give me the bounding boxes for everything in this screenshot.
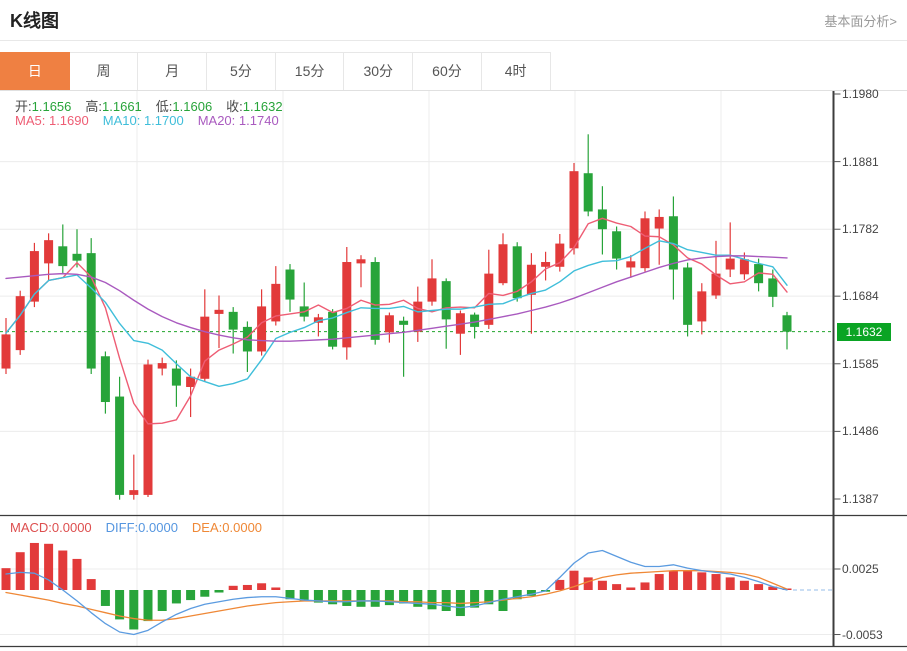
axis-tick-label: 1.1486 [842,423,904,439]
tab-30min[interactable]: 30分 [343,52,413,90]
ma-readout: MA5: 1.1690 MA10: 1.1700 MA20: 1.1740 [15,113,293,128]
dea-value: 0.0000 [222,520,262,535]
ma20-label: MA20: [198,113,236,128]
tab-5min[interactable]: 5分 [206,52,276,90]
diff-value: 0.0000 [138,520,178,535]
axis-tick-label: 1.1782 [842,221,904,237]
ma5-label: MA5: [15,113,45,128]
axis-tick-label: -0.0053 [842,627,904,643]
tab-4hour[interactable]: 4时 [481,52,551,90]
ma20-value: 1.1740 [239,113,279,128]
close-label: 收: [226,99,243,114]
axis-tick-label: 1.1881 [842,154,904,170]
high-value: 1.1661 [102,99,142,114]
low-value: 1.1606 [172,99,212,114]
fundamental-analysis-link[interactable]: 基本面分析> [824,11,897,30]
tab-day[interactable]: 日 [0,52,70,90]
open-value: 1.1656 [32,99,72,114]
period-tabbar: 日 周 月 5分 15分 30分 60分 4时 [0,52,558,90]
page-header: K线图 基本面分析> [0,0,907,41]
axis-tick-label: 1.1684 [842,288,904,304]
ma10-label: MA10: [103,113,141,128]
macd-readout: MACD:0.0000 DIFF:0.0000 DEA:0.0000 [10,520,276,535]
tab-week[interactable]: 周 [69,52,139,90]
axis-tick-label: 1.1585 [842,356,904,372]
page-title: K线图 [10,7,59,33]
tab-60min[interactable]: 60分 [412,52,482,90]
ma10-value: 1.1700 [144,113,184,128]
close-value: 1.1632 [243,99,283,114]
axis-tick-label: 0.0025 [842,561,904,577]
tab-month[interactable]: 月 [137,52,207,90]
current-price-badge: 1.1632 [837,323,891,341]
macd-value: 0.0000 [52,520,92,535]
tab-15min[interactable]: 15分 [275,52,345,90]
low-label: 低: [156,99,173,114]
axis-tick-label: 1.1980 [842,86,904,102]
diff-label: DIFF: [106,520,139,535]
open-label: 开: [15,99,32,114]
ma5-value: 1.1690 [49,113,89,128]
macd-label: MACD: [10,520,52,535]
axis-tick-label: 1.1387 [842,491,904,507]
kline-chart[interactable] [0,91,907,651]
high-label: 高: [85,99,102,114]
chart-region: 开:1.1656 高:1.1661 低:1.1606 收:1.1632 MA5:… [0,90,907,651]
dea-label: DEA: [192,520,222,535]
